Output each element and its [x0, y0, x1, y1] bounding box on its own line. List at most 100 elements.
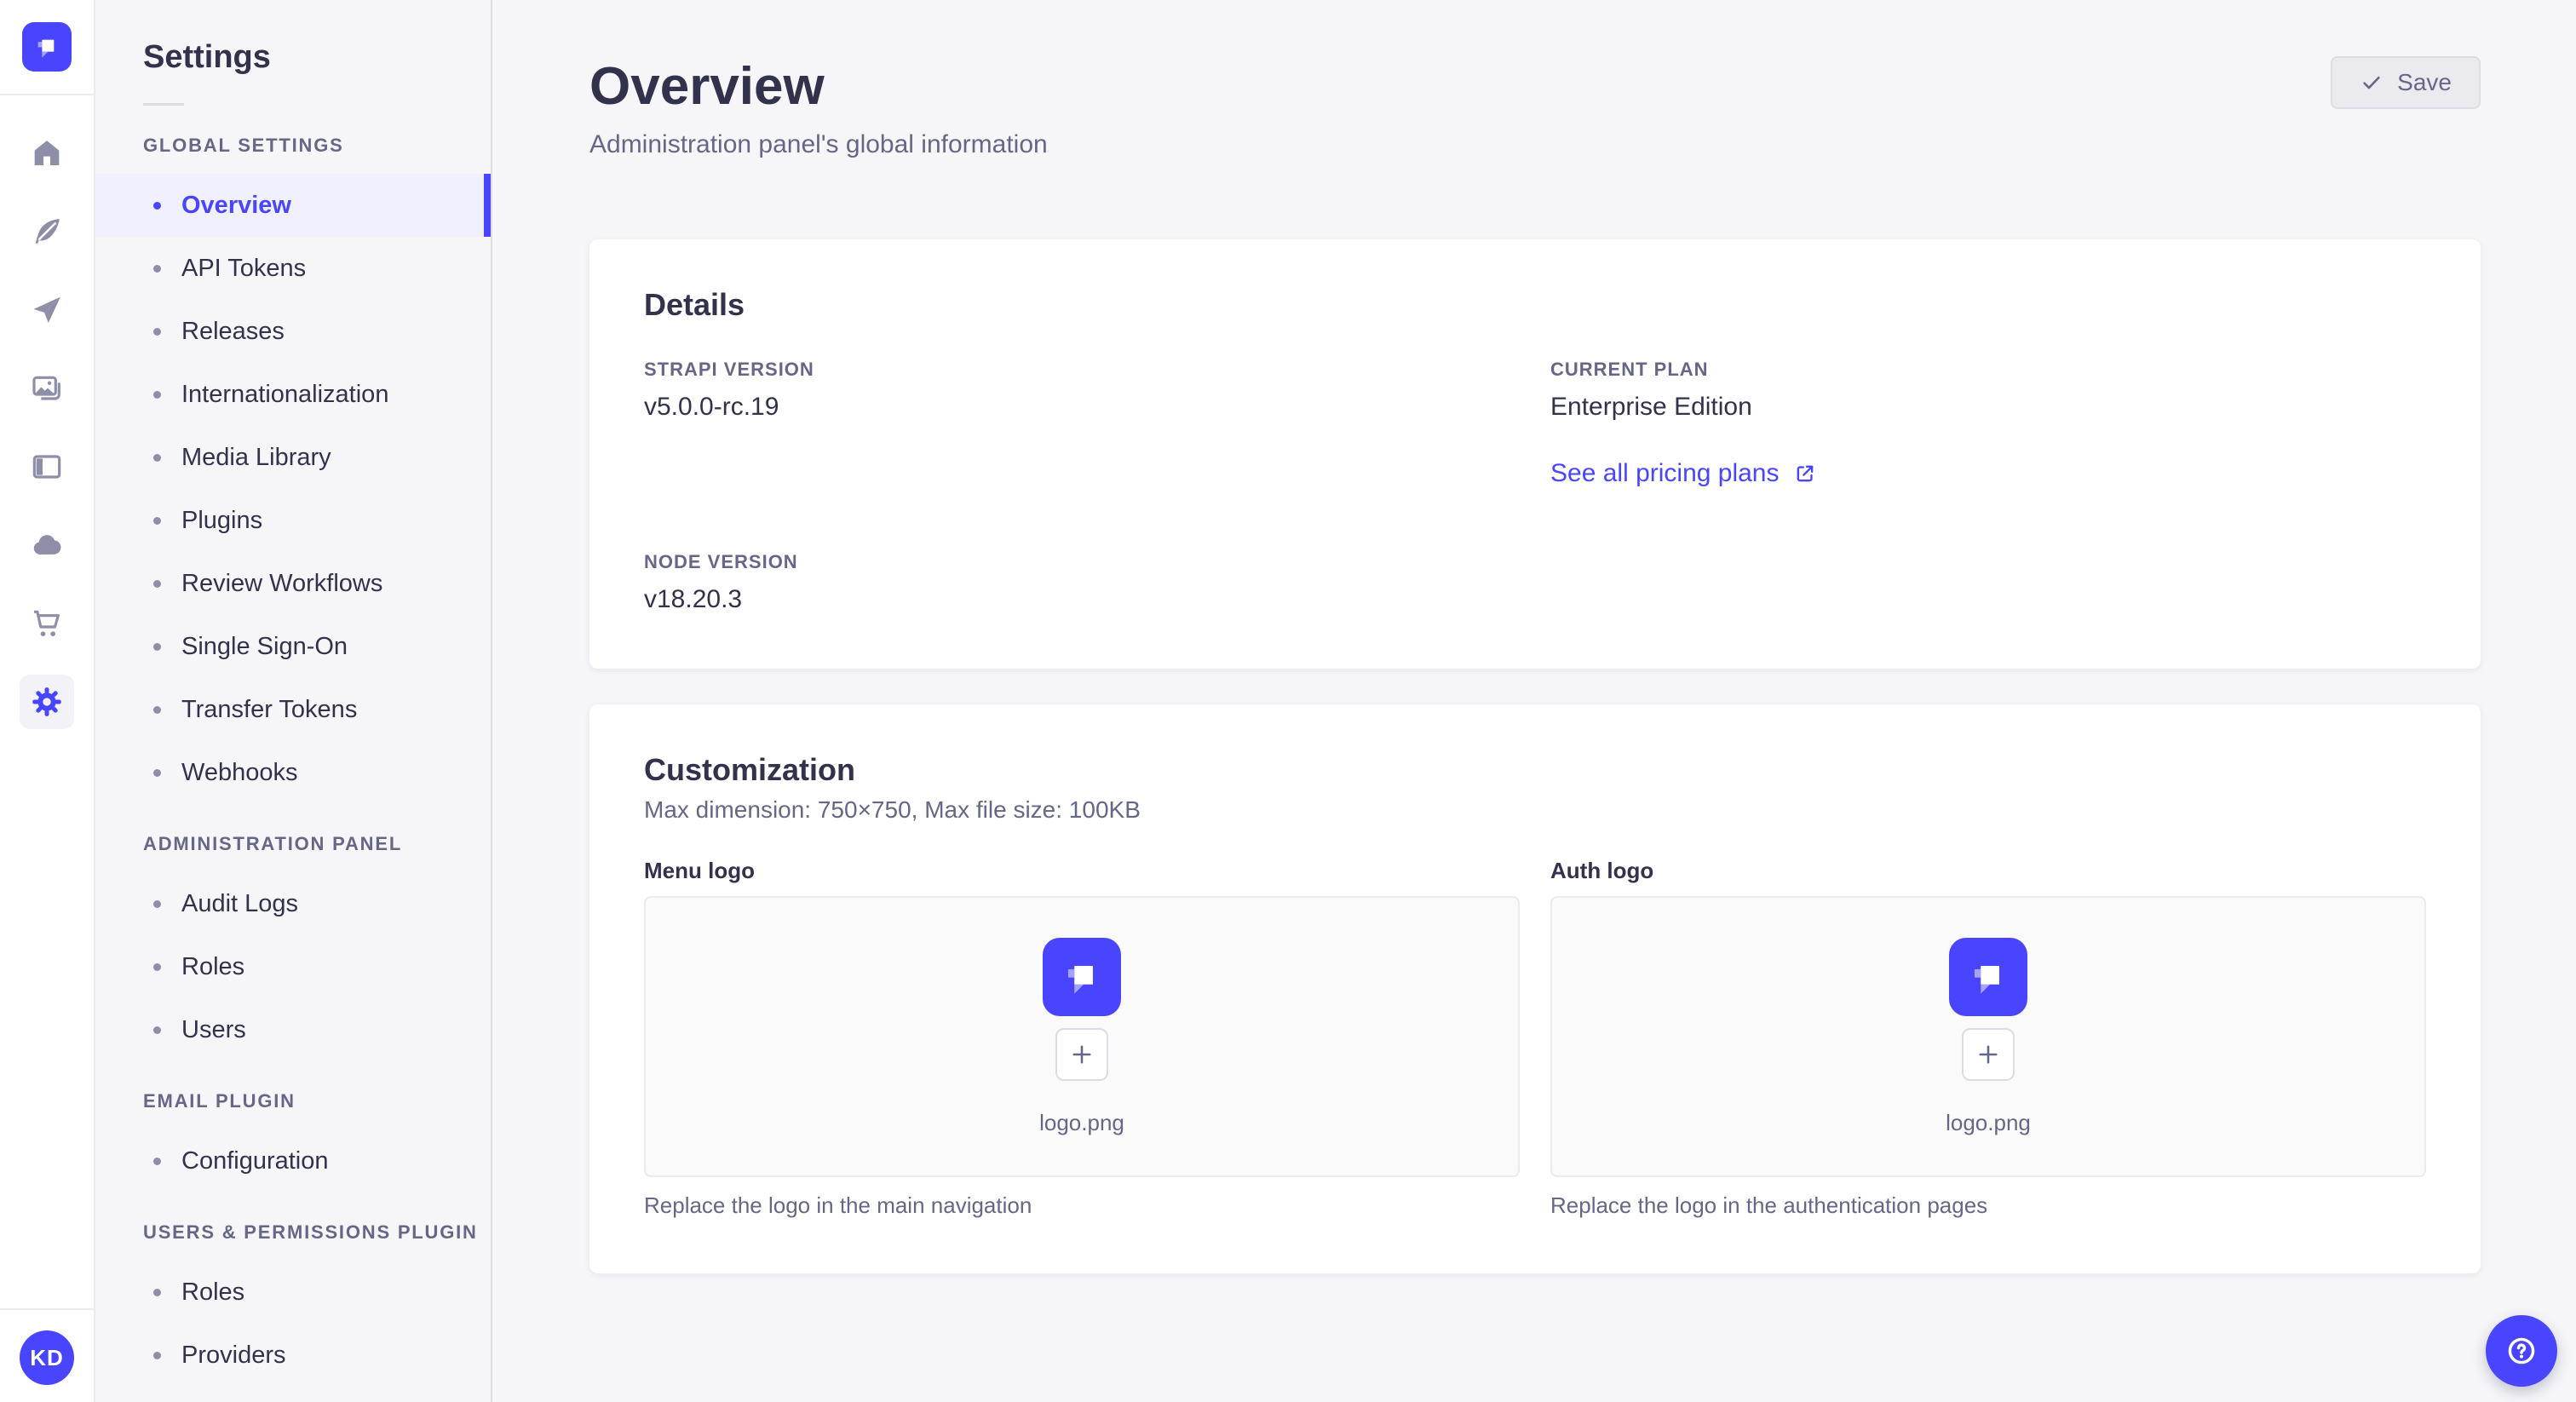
strapi-logo-icon [1974, 965, 1999, 994]
save-button[interactable]: Save [2331, 56, 2481, 109]
field-value: v5.0.0-rc.19 [644, 393, 779, 421]
auth-logo-preview [1949, 937, 2027, 1016]
subnav-item-label: Transfer Tokens [181, 695, 358, 723]
strapi-logo-icon [1067, 965, 1093, 994]
settings-subnav: Settings GLOBAL SETTINGS Overview API To… [95, 0, 492, 1402]
subnav-item-label: Webhooks [181, 758, 298, 786]
subnav-item-label: Audit Logs [181, 889, 299, 917]
main-content: Overview Administration panel's global i… [492, 0, 2576, 1402]
auth-logo-dropzone[interactable]: logo.png [1550, 896, 2426, 1177]
subnav-item-label: Configuration [181, 1146, 329, 1175]
external-link-icon [1797, 465, 1813, 482]
bullet-icon [153, 705, 161, 714]
rail-icon-list [0, 95, 94, 1308]
subnav-item-label: Single Sign-On [181, 632, 348, 660]
add-menu-logo-button[interactable] [1055, 1027, 1108, 1081]
subnav-item-transfer-tokens[interactable]: Transfer Tokens [95, 678, 491, 741]
current-plan-field: CURRENT PLAN Enterprise Edition See all … [1550, 359, 2426, 488]
bullet-icon [153, 201, 161, 210]
gear-icon[interactable] [20, 675, 74, 729]
node-version-field: NODE VERSION v18.20.3 [644, 551, 1520, 614]
bullet-icon [153, 1288, 161, 1296]
bullet-icon [153, 327, 161, 336]
menu-logo-label: Menu logo [644, 858, 755, 883]
menu-logo-dropzone[interactable]: logo.png [644, 896, 1520, 1177]
auth-logo-caption: Replace the logo in the authentication p… [1550, 1192, 1988, 1218]
subnav-item-up-roles[interactable]: Roles [95, 1261, 491, 1324]
paper-plane-icon[interactable] [20, 283, 74, 337]
add-auth-logo-button[interactable] [1962, 1027, 2015, 1081]
subnav-item-audit-logs[interactable]: Audit Logs [95, 872, 491, 935]
subnav-item-up-providers[interactable]: Providers [95, 1324, 491, 1387]
subnav-item-admin-roles[interactable]: Roles [95, 935, 491, 998]
subnav-item-overview[interactable]: Overview [95, 174, 491, 237]
auth-logo-upload: Auth logo logo.png Replace the logo in t… [1550, 858, 2426, 1219]
subnav-item-admin-users[interactable]: Users [95, 998, 491, 1061]
subnav-item-label: Releases [181, 317, 285, 345]
save-button-label: Save [2397, 69, 2452, 95]
subnav-item-label: Roles [181, 952, 245, 980]
subnav-item-releases[interactable]: Releases [95, 300, 491, 363]
plus-icon [1979, 1045, 1998, 1063]
bullet-icon [153, 899, 161, 908]
subnav-item-label: Users [181, 1015, 246, 1043]
subnav-item-review-workflows[interactable]: Review Workflows [95, 552, 491, 615]
subnav-item-webhooks[interactable]: Webhooks [95, 741, 491, 804]
bullet-icon [153, 1351, 161, 1359]
bullet-icon [153, 264, 161, 273]
menu-logo-upload: Menu logo logo.png Replace the logo in t… [644, 858, 1520, 1219]
see-all-pricing-plans-link[interactable]: See all pricing plans [1550, 459, 1817, 488]
subnav-item-email-configuration[interactable]: Configuration [95, 1129, 491, 1192]
subnav-item-media-library[interactable]: Media Library [95, 426, 491, 489]
bullet-icon [153, 390, 161, 399]
avatar[interactable]: KD [20, 1330, 74, 1385]
subnav-item-label: Internationalization [181, 380, 389, 408]
bullet-icon [153, 453, 161, 462]
subnav-title: Settings [143, 39, 271, 75]
rail-user-area: KD [0, 1308, 94, 1402]
section-label-users-permissions-plugin: USERS & PERMISSIONS PLUGIN [143, 1221, 478, 1243]
page-subtitle: Administration panel's global informatio… [589, 130, 1048, 158]
pricing-link-label: See all pricing plans [1550, 459, 1780, 487]
bullet-icon [153, 962, 161, 971]
subnav-item-label: Providers [181, 1341, 286, 1369]
field-value: v18.20.3 [644, 585, 743, 613]
bullet-icon [153, 579, 161, 588]
subnav-item-label: API Tokens [181, 254, 307, 282]
subnav-item-api-tokens[interactable]: API Tokens [95, 237, 491, 300]
subnav-item-plugins[interactable]: Plugins [95, 489, 491, 552]
main-nav-rail: KD [0, 0, 95, 1402]
subnav-item-label: Roles [181, 1278, 245, 1306]
customization-constraints: Max dimension: 750×750, Max file size: 1… [644, 796, 1141, 823]
help-button[interactable] [2486, 1315, 2557, 1387]
auth-logo-filename: logo.png [1946, 1109, 2031, 1135]
subnav-item-single-sign-on[interactable]: Single Sign-On [95, 615, 491, 678]
layout-icon[interactable] [20, 440, 74, 494]
pictures-icon[interactable] [20, 361, 74, 416]
cloud-icon[interactable] [20, 518, 74, 572]
logo-uploads: Menu logo logo.png Replace the logo in t… [644, 858, 2426, 1219]
section-label-administration-panel: ADMINISTRATION PANEL [143, 833, 403, 854]
subnav-item-internationalization[interactable]: Internationalization [95, 363, 491, 426]
feather-icon[interactable] [20, 204, 74, 259]
field-label: NODE VERSION [644, 551, 798, 572]
field-value: Enterprise Edition [1550, 393, 1752, 421]
field-label: STRAPI VERSION [644, 359, 814, 380]
bullet-icon [153, 768, 161, 777]
plus-icon [1072, 1045, 1091, 1063]
menu-logo-filename: logo.png [1039, 1109, 1124, 1135]
customization-heading: Customization [644, 752, 855, 787]
strapi-logo-icon [37, 39, 55, 58]
bullet-icon [153, 1157, 161, 1165]
page-header: Overview Administration panel's global i… [589, 56, 2481, 159]
field-label: CURRENT PLAN [1550, 359, 1709, 380]
question-mark-icon [2508, 1337, 2535, 1365]
cart-icon[interactable] [20, 596, 74, 651]
subnav-divider [143, 103, 184, 106]
details-card: Details STRAPI VERSION v5.0.0-rc.19 CURR… [589, 239, 2481, 669]
subnav-item-label: Plugins [181, 506, 263, 534]
auth-logo-label: Auth logo [1550, 858, 1654, 883]
home-icon[interactable] [20, 126, 74, 181]
section-label-global-settings: GLOBAL SETTINGS [143, 135, 344, 156]
strapi-logo[interactable] [22, 22, 72, 72]
